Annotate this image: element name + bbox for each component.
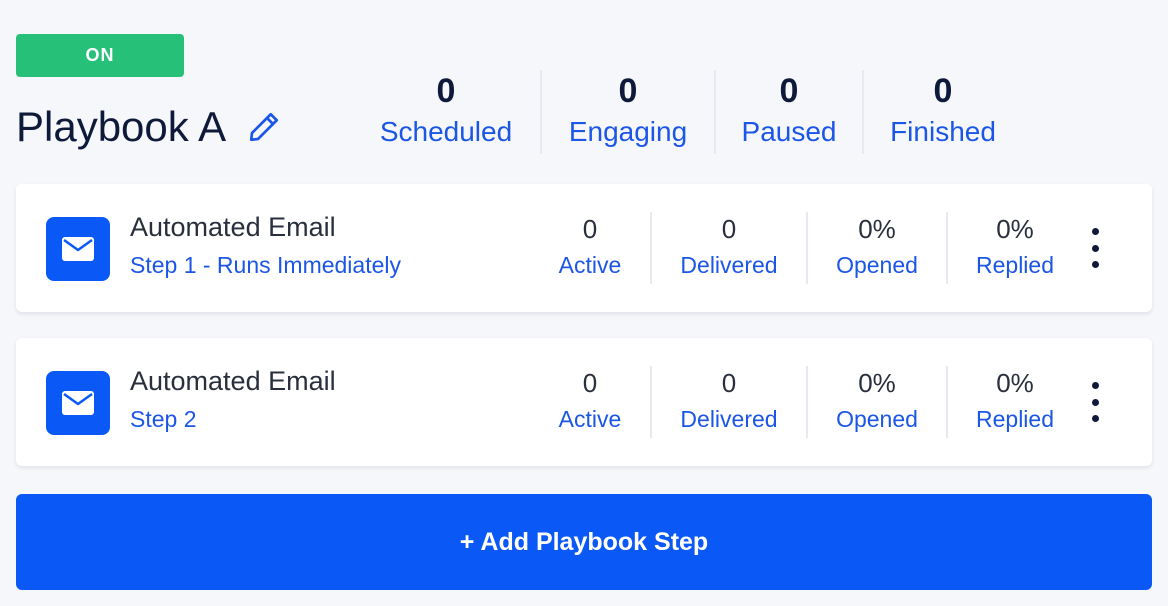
summary-scheduled-label[interactable]: Scheduled	[380, 112, 512, 152]
page-title: Playbook A	[16, 103, 227, 150]
kebab-dot	[1091, 382, 1099, 389]
metric-replied[interactable]: 0% Replied	[948, 212, 1082, 284]
metric-replied-value: 0%	[996, 214, 1034, 244]
metric-opened-value: 0%	[858, 214, 896, 244]
metric-replied-label[interactable]: Replied	[976, 246, 1054, 284]
playbook-step-card[interactable]: Automated Email Step 1 - Runs Immediatel…	[16, 184, 1152, 312]
metric-delivered[interactable]: 0 Delivered	[652, 212, 808, 284]
kebab-menu-icon[interactable]	[1080, 228, 1110, 268]
summary-finished-value: 0	[933, 72, 953, 110]
metric-delivered-value: 0	[721, 214, 737, 244]
metric-active[interactable]: 0 Active	[530, 366, 652, 438]
summary-finished-label[interactable]: Finished	[890, 112, 996, 152]
step-metrics: 0 Active 0 Delivered 0% Opened 0% Replie…	[530, 212, 1082, 284]
metric-replied-label[interactable]: Replied	[976, 400, 1054, 438]
playbook-step-card[interactable]: Automated Email Step 2 0 Active 0 Delive…	[16, 338, 1152, 466]
summary-scheduled[interactable]: 0 Scheduled	[352, 70, 542, 154]
envelope-icon	[46, 371, 110, 435]
add-playbook-step-button[interactable]: + Add Playbook Step	[16, 494, 1152, 590]
kebab-dot	[1091, 244, 1099, 252]
summary-paused-value: 0	[779, 72, 799, 110]
step-metrics: 0 Active 0 Delivered 0% Opened 0% Replie…	[530, 366, 1082, 438]
summary-paused[interactable]: 0 Paused	[716, 70, 864, 154]
envelope-icon	[46, 217, 110, 281]
envelope-glyph	[62, 237, 94, 261]
metric-delivered-value: 0	[721, 368, 737, 398]
metric-replied[interactable]: 0% Replied	[948, 366, 1082, 438]
metric-opened-label[interactable]: Opened	[836, 246, 918, 284]
metric-active-value: 0	[582, 214, 598, 244]
metric-opened[interactable]: 0% Opened	[808, 366, 948, 438]
kebab-dot	[1091, 415, 1099, 422]
summary-engaging[interactable]: 0 Engaging	[542, 70, 716, 154]
metric-active-value: 0	[582, 368, 598, 398]
step-title: Automated Email	[130, 366, 336, 396]
step-subtitle[interactable]: Step 1 - Runs Immediately	[130, 252, 401, 279]
pencil-icon[interactable]	[246, 109, 282, 145]
summary-engaging-value: 0	[618, 72, 638, 110]
metric-delivered[interactable]: 0 Delivered	[652, 366, 808, 438]
summary-finished[interactable]: 0 Finished	[864, 70, 1022, 154]
kebab-dot	[1091, 228, 1099, 235]
kebab-dot	[1091, 261, 1099, 268]
envelope-glyph	[62, 391, 94, 415]
kebab-dot	[1091, 398, 1099, 406]
metric-delivered-label[interactable]: Delivered	[680, 246, 777, 284]
summary-scheduled-value: 0	[436, 72, 456, 110]
metric-opened-label[interactable]: Opened	[836, 400, 918, 438]
summary-stats: 0 Scheduled 0 Engaging 0 Paused 0 Finish…	[352, 70, 1022, 154]
step-subtitle[interactable]: Step 2	[130, 406, 197, 433]
metric-opened[interactable]: 0% Opened	[808, 212, 948, 284]
metric-opened-value: 0%	[858, 368, 896, 398]
summary-paused-label[interactable]: Paused	[742, 112, 837, 152]
metric-active-label[interactable]: Active	[559, 400, 622, 438]
step-title: Automated Email	[130, 212, 336, 242]
metric-delivered-label[interactable]: Delivered	[680, 400, 777, 438]
status-badge[interactable]: ON	[16, 34, 184, 77]
metric-replied-value: 0%	[996, 368, 1034, 398]
kebab-menu-icon[interactable]	[1080, 382, 1110, 422]
metric-active[interactable]: 0 Active	[530, 212, 652, 284]
metric-active-label[interactable]: Active	[559, 246, 622, 284]
summary-engaging-label[interactable]: Engaging	[569, 112, 687, 152]
